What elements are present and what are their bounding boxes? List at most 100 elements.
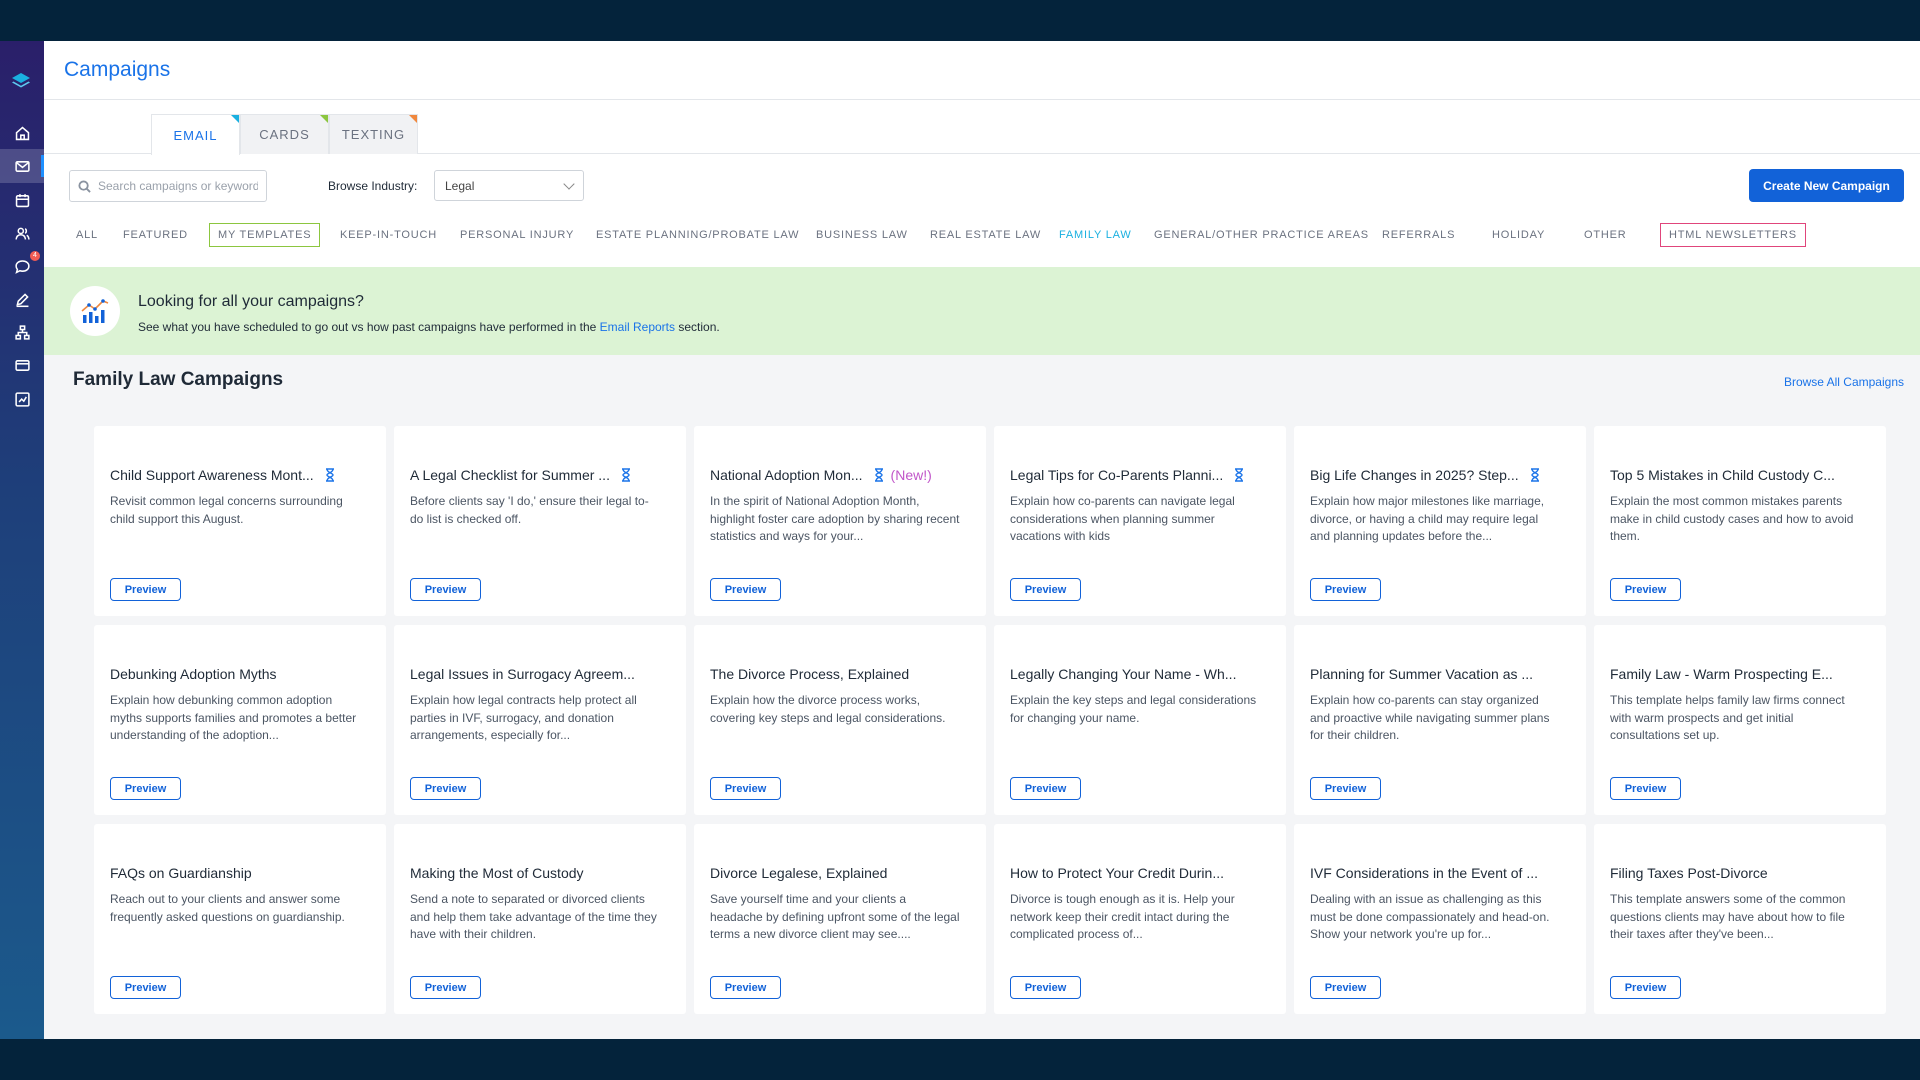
preview-button[interactable]: Preview [110, 976, 181, 999]
campaign-card[interactable]: Family Law - Warm Prospecting E... This t… [1594, 625, 1886, 815]
campaign-card[interactable]: FAQs on Guardianship Reach out to your cl… [94, 824, 386, 1014]
category-html-newsletters[interactable]: HTML NEWSLETTERS [1660, 223, 1806, 247]
campaign-card[interactable]: Making the Most of Custody Send a note to… [394, 824, 686, 1014]
card-title[interactable]: National Adoption Mon... [710, 467, 863, 483]
sidebar-item-contacts[interactable] [0, 216, 44, 250]
category-featured[interactable]: FEATURED [123, 223, 188, 247]
sidebar-item-mail[interactable] [0, 149, 44, 183]
card-title[interactable]: IVF Considerations in the Event of ... [1310, 865, 1538, 881]
card-title[interactable]: Making the Most of Custody [410, 865, 584, 881]
category-referrals[interactable]: REFERRALS [1382, 223, 1455, 247]
chevron-down-icon [563, 178, 575, 190]
preview-button[interactable]: Preview [410, 578, 481, 601]
campaign-card[interactable]: Top 5 Mistakes in Child Custody C... Expl… [1594, 426, 1886, 616]
campaign-card[interactable]: Planning for Summer Vacation as ... Expla… [1294, 625, 1586, 815]
campaign-card[interactable]: Debunking Adoption Myths Explain how debu… [94, 625, 386, 815]
preview-button[interactable]: Preview [1610, 976, 1681, 999]
card-title[interactable]: Child Support Awareness Mont... [110, 467, 314, 483]
category-business-law[interactable]: BUSINESS LAW [816, 223, 908, 247]
preview-button[interactable]: Preview [1310, 777, 1381, 800]
preview-button[interactable]: Preview [1010, 976, 1081, 999]
card-title[interactable]: Big Life Changes in 2025? Step... [1310, 467, 1519, 483]
preview-button[interactable]: Preview [1610, 777, 1681, 800]
category-family-law[interactable]: FAMILY LAW [1059, 223, 1132, 247]
card-title[interactable]: How to Protect Your Credit Durin... [1010, 865, 1224, 881]
card-description: Before clients say 'I do,' ensure their … [410, 494, 649, 526]
card-title[interactable]: Legally Changing Your Name - Wh... [1010, 666, 1236, 682]
preview-button[interactable]: Preview [410, 976, 481, 999]
campaign-card[interactable]: Legal Issues in Surrogacy Agreem... Expla… [394, 625, 686, 815]
category-holiday[interactable]: HOLIDAY [1492, 223, 1545, 247]
category-all[interactable]: ALL [76, 223, 98, 247]
tab-email[interactable]: EMAIL [151, 114, 240, 155]
preview-button[interactable]: Preview [710, 578, 781, 601]
category-estate-planning[interactable]: ESTATE PLANNING/PROBATE LAW [596, 223, 799, 247]
campaign-card[interactable]: Filing Taxes Post-Divorce This template a… [1594, 824, 1886, 1014]
preview-button[interactable]: Preview [1010, 578, 1081, 601]
sidebar-item-hierarchy[interactable] [0, 315, 44, 349]
category-other[interactable]: OTHER [1584, 223, 1627, 247]
category-my-templates[interactable]: MY TEMPLATES [209, 223, 321, 247]
card-description: Send a note to separated or divorced cli… [410, 892, 657, 941]
card-title[interactable]: Filing Taxes Post-Divorce [1610, 865, 1768, 881]
card-title-row: IVF Considerations in the Event of ... [1310, 864, 1570, 882]
card-title[interactable]: The Divorce Process, Explained [710, 666, 909, 682]
sidebar-item-chat[interactable]: 4 [0, 249, 44, 283]
sidebar-item-edit[interactable] [0, 282, 44, 316]
category-personal-injury[interactable]: PERSONAL INJURY [460, 223, 574, 247]
mail-icon [14, 160, 30, 172]
campaign-card[interactable]: Legal Tips for Co-Parents Planni... Expla… [994, 426, 1286, 616]
preview-button[interactable]: Preview [1310, 578, 1381, 601]
category-general-other[interactable]: GENERAL/OTHER PRACTICE AREAS [1154, 223, 1369, 247]
sidebar-item-card[interactable] [0, 348, 44, 382]
campaign-card[interactable]: How to Protect Your Credit Durin... Divor… [994, 824, 1286, 1014]
card-title[interactable]: Legal Tips for Co-Parents Planni... [1010, 467, 1223, 483]
card-description: Explain how debunking common adoption my… [110, 693, 357, 742]
create-new-campaign-button[interactable]: Create New Campaign [1749, 169, 1904, 202]
preview-button[interactable]: Preview [1610, 578, 1681, 601]
card-title[interactable]: A Legal Checklist for Summer ... [410, 467, 610, 483]
campaign-card[interactable]: A Legal Checklist for Summer ... Before c… [394, 426, 686, 616]
card-title[interactable]: Family Law - Warm Prospecting E... [1610, 666, 1833, 682]
category-real-estate-law[interactable]: REAL ESTATE LAW [930, 223, 1041, 247]
campaign-card[interactable]: IVF Considerations in the Event of ... De… [1294, 824, 1586, 1014]
card-title[interactable]: Divorce Legalese, Explained [710, 865, 887, 881]
campaign-card[interactable]: Divorce Legalese, Explained Save yourself… [694, 824, 986, 1014]
card-title[interactable]: Top 5 Mistakes in Child Custody C... [1610, 467, 1835, 483]
sidebar-item-home[interactable] [0, 116, 44, 150]
campaign-card[interactable]: The Divorce Process, Explained Explain ho… [694, 625, 986, 815]
card-description: Explain how major milestones like marria… [1310, 494, 1545, 543]
chat-icon [14, 259, 30, 274]
tab-cards[interactable]: CARDS [240, 114, 329, 154]
hourglass-icon [1235, 468, 1244, 482]
card-title[interactable]: FAQs on Guardianship [110, 865, 252, 881]
card-description: Explain the most common mistakes parents… [1610, 494, 1854, 543]
card-title[interactable]: Planning for Summer Vacation as ... [1310, 666, 1533, 682]
card-title[interactable]: Legal Issues in Surrogacy Agreem... [410, 666, 635, 682]
campaign-card[interactable]: Big Life Changes in 2025? Step... Explain… [1294, 426, 1586, 616]
preview-button[interactable]: Preview [1310, 976, 1381, 999]
browse-all-campaigns-link[interactable]: Browse All Campaigns [1784, 375, 1904, 389]
search-box[interactable] [69, 170, 267, 202]
tab-label: CARDS [259, 127, 310, 142]
category-keep-in-touch[interactable]: KEEP-IN-TOUCH [340, 223, 437, 247]
section-title: Family Law Campaigns [73, 369, 284, 390]
preview-button[interactable]: Preview [710, 976, 781, 999]
industry-select[interactable]: Legal [434, 170, 584, 201]
campaign-card[interactable]: Child Support Awareness Mont... Revisit c… [94, 426, 386, 616]
tab-texting[interactable]: TEXTING [329, 114, 418, 154]
campaign-card[interactable]: National Adoption Mon... (New!) In the spi… [694, 426, 986, 616]
sidebar-item-calendar[interactable] [0, 183, 44, 217]
email-reports-link[interactable]: Email Reports [600, 320, 675, 334]
card-title-row: Debunking Adoption Myths [110, 665, 370, 683]
sidebar-item-reports[interactable] [0, 382, 44, 416]
preview-button[interactable]: Preview [410, 777, 481, 800]
preview-button[interactable]: Preview [1010, 777, 1081, 800]
preview-button[interactable]: Preview [110, 578, 181, 601]
search-input[interactable] [98, 179, 258, 193]
card-title[interactable]: Debunking Adoption Myths [110, 666, 277, 682]
stack-logo[interactable] [10, 71, 32, 93]
preview-button[interactable]: Preview [110, 777, 181, 800]
preview-button[interactable]: Preview [710, 777, 781, 800]
campaign-card[interactable]: Legally Changing Your Name - Wh... Explai… [994, 625, 1286, 815]
